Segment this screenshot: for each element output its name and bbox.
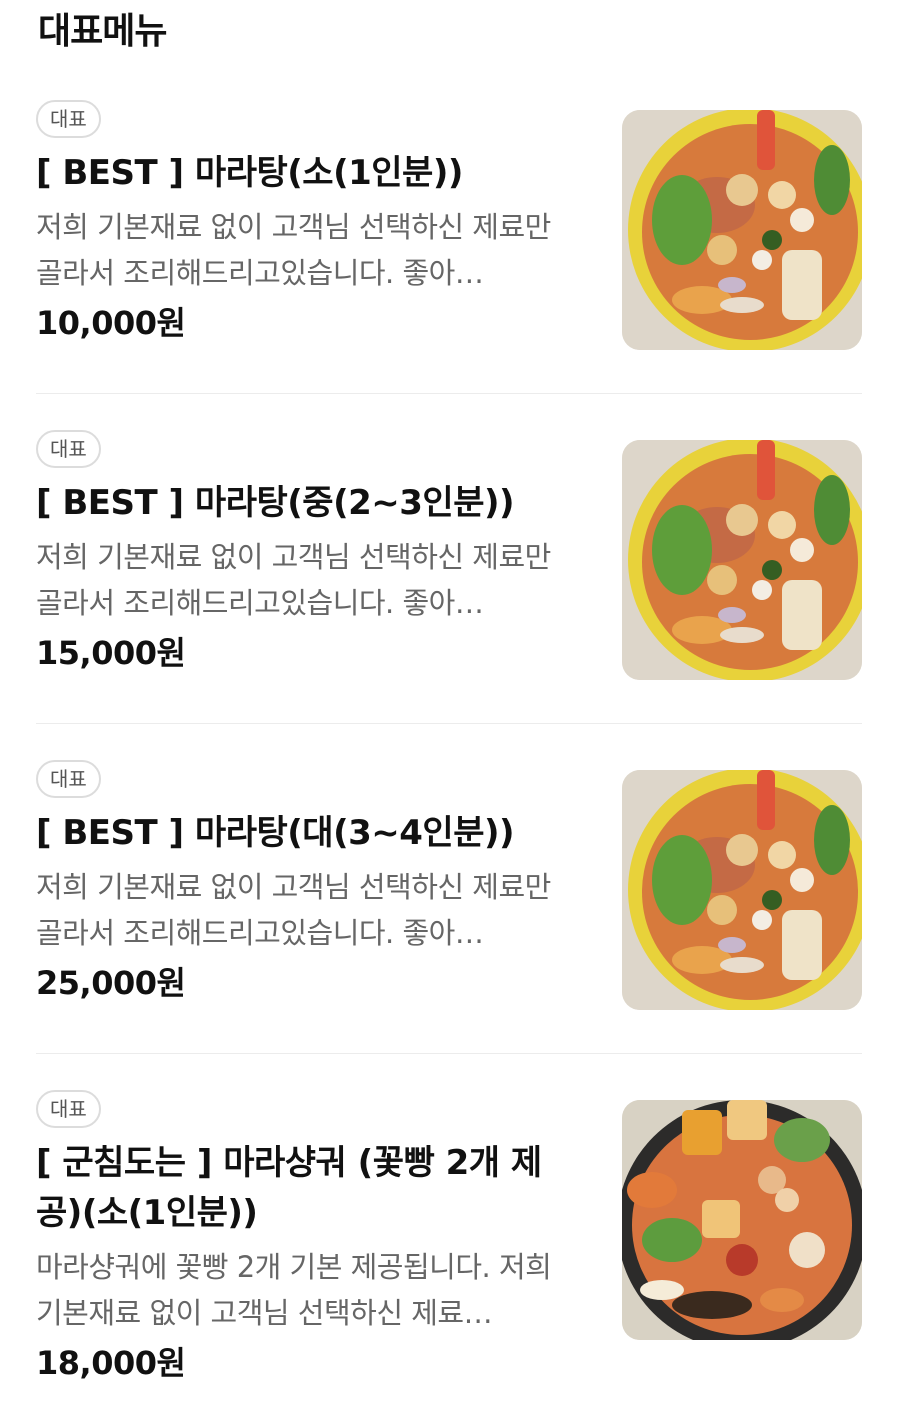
menu-item-description: 마라샹궈에 꽃빵 2개 기본 제공됩니다. 저희 기본재료 없이 고객님 선택하… [36,1250,552,1330]
menu-item-description: 저희 기본재료 없이 고객님 선택하신 제료만 골라서 조리해드리고있습니다. … [36,540,551,620]
menu-item-description: 저희 기본재료 없이 고객님 선택하신 제료만 골라서 조리해드리고있습니다. … [36,870,551,950]
menu-item-info: 대표 [ BEST ] 마라탕(대(3~4인분)) 저희 기본재료 없이 고객님… [36,760,581,1004]
mala-xiangguo-image [622,1100,862,1340]
representative-badge: 대표 [36,760,101,798]
mala-xiangguo-photo[interactable] [622,1100,862,1340]
menu-page: 대표메뉴 대표 [ BEST ] 마라탕(소(1인분)) 저희 기본재료 없이 … [0,0,900,1413]
menu-item-name: [ 군침도는 ] 마라샹궈 (꽃빵 2개 제공)(소(1인분)) [36,1143,542,1233]
menu-item[interactable]: 대표 [ BEST ] 마라탕(소(1인분)) 저희 기본재료 없이 고객님 선… [36,64,862,394]
menu-item-name: [ BEST ] 마라탕(중(2~3인분)) [36,483,515,523]
menu-item-price: 15,000원 [36,634,186,672]
representative-badge: 대표 [36,100,101,138]
menu-item[interactable]: 대표 [ BEST ] 마라탕(중(2~3인분)) 저희 기본재료 없이 고객님… [36,394,862,724]
menu-item-name: [ BEST ] 마라탕(대(3~4인분)) [36,813,515,853]
section-title: 대표메뉴 [38,11,167,52]
mala-tang-photo[interactable] [622,440,862,680]
menu-item-price: 18,000원 [36,1344,186,1382]
mala-tang-image [622,110,862,350]
menu-item-info: 대표 [ 군침도는 ] 마라샹궈 (꽃빵 2개 제공)(소(1인분)) 마라샹궈… [36,1090,581,1384]
menu-item-info: 대표 [ BEST ] 마라탕(소(1인분)) 저희 기본재료 없이 고객님 선… [36,100,581,344]
menu-list: 대표 [ BEST ] 마라탕(소(1인분)) 저희 기본재료 없이 고객님 선… [36,64,862,1384]
mala-tang-photo[interactable] [622,110,862,350]
representative-badge: 대표 [36,430,101,468]
mala-tang-image [622,440,862,680]
menu-item-price: 25,000원 [36,964,186,1002]
menu-item-price: 10,000원 [36,304,186,342]
mala-tang-photo[interactable] [622,770,862,1010]
menu-item[interactable]: 대표 [ BEST ] 마라탕(대(3~4인분)) 저희 기본재료 없이 고객님… [36,724,862,1054]
representative-badge: 대표 [36,1090,101,1128]
menu-item[interactable]: 대표 [ 군침도는 ] 마라샹궈 (꽃빵 2개 제공)(소(1인분)) 마라샹궈… [36,1054,862,1384]
mala-tang-image [622,770,862,1010]
menu-item-description: 저희 기본재료 없이 고객님 선택하신 제료만 골라서 조리해드리고있습니다. … [36,210,551,290]
menu-item-name: [ BEST ] 마라탕(소(1인분)) [36,153,463,193]
menu-item-info: 대표 [ BEST ] 마라탕(중(2~3인분)) 저희 기본재료 없이 고객님… [36,430,581,674]
